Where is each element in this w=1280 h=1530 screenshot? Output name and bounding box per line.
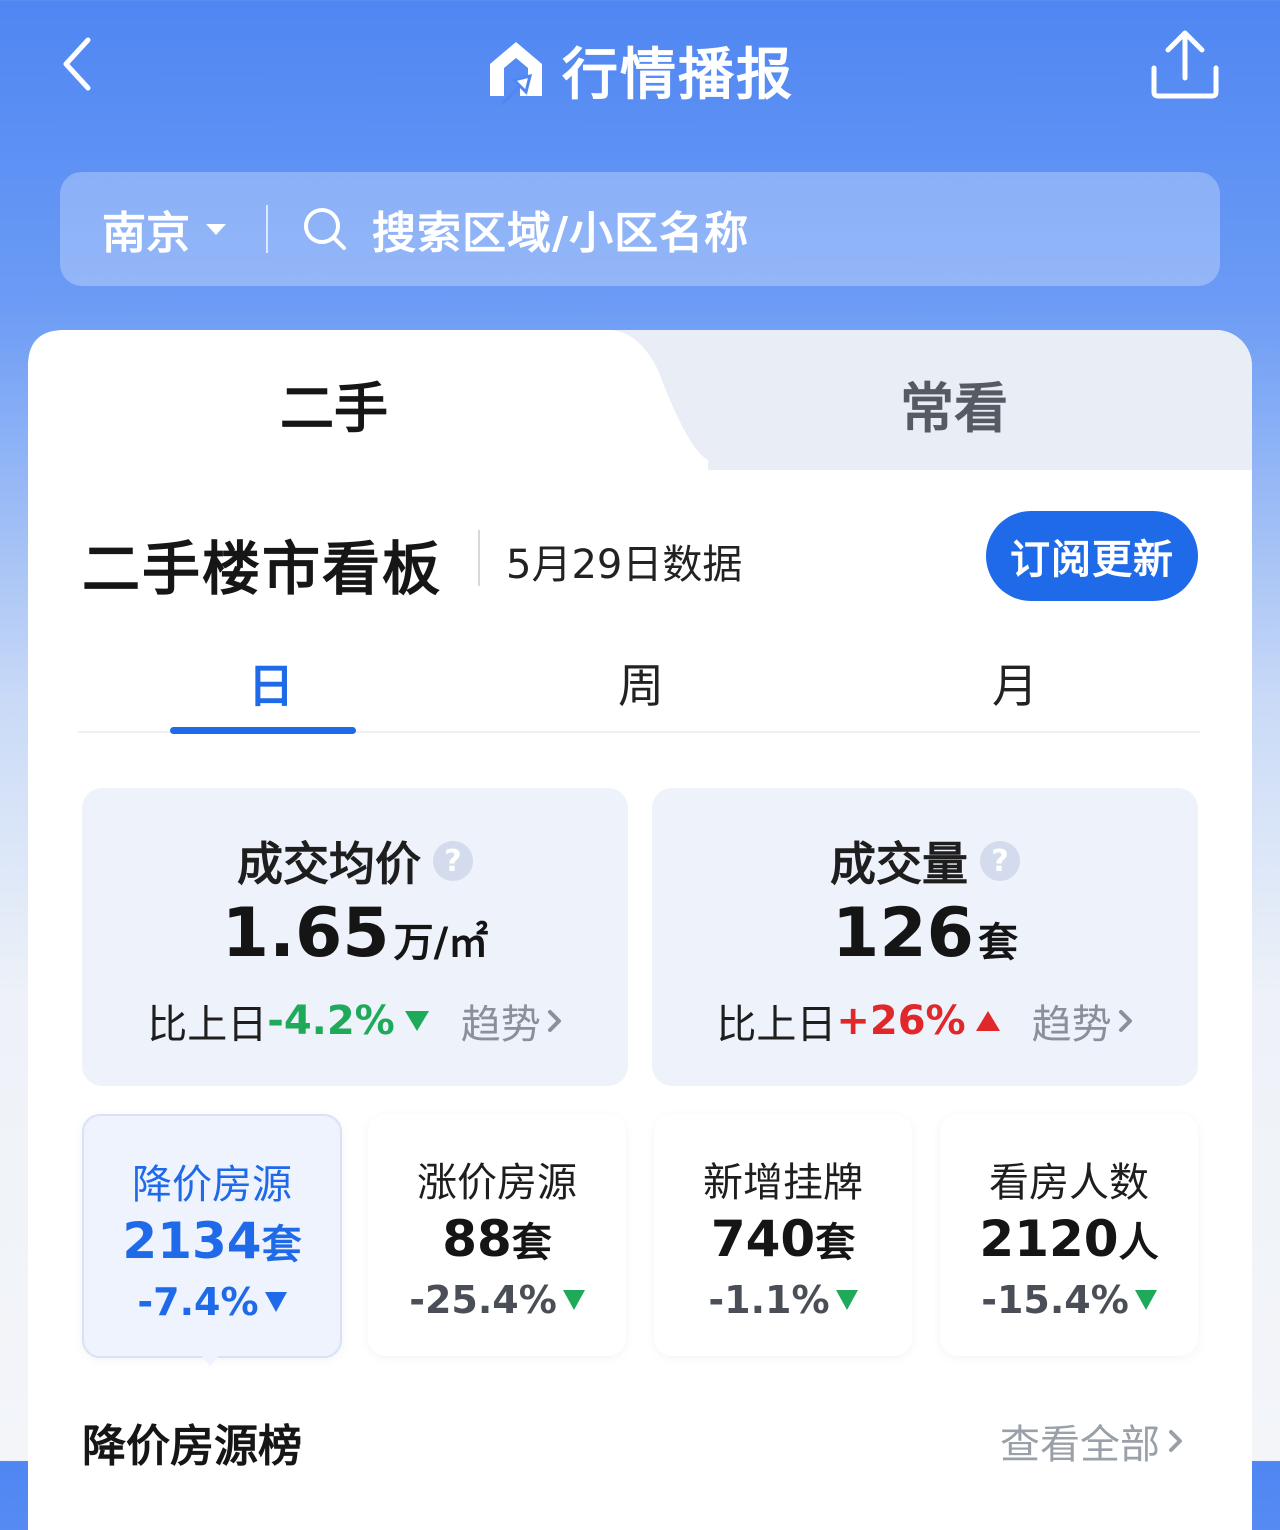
view-all-link[interactable]: 查看全部: [1000, 1412, 1184, 1470]
volume-unit: 套: [977, 920, 1018, 966]
compare-prefix: 比上日: [147, 1002, 268, 1048]
chevron-right-icon: [1169, 1430, 1182, 1452]
stat-unit: 人: [1118, 1220, 1159, 1266]
back-icon[interactable]: [58, 36, 98, 92]
stat-unit: 套: [511, 1220, 552, 1266]
search-divider: [266, 205, 268, 253]
arrow-down-icon: [562, 1290, 585, 1310]
period-active-indicator: [170, 727, 356, 734]
logo-icon: [490, 42, 542, 106]
tab-secondhand[interactable]: 二手: [280, 364, 388, 443]
stat-change: -15.4%: [981, 1278, 1129, 1322]
chevron-right-icon: [1118, 1010, 1132, 1032]
volume-trend-link[interactable]: 趋势: [1032, 992, 1134, 1050]
help-icon[interactable]: ?: [980, 841, 1020, 881]
avg-price-change: -4.2%: [267, 998, 395, 1044]
stat-card-new-listings[interactable]: 新增挂牌 740套 -1.1%: [654, 1114, 912, 1356]
stat-label: 新增挂牌: [703, 1160, 863, 1206]
stat-label: 降价房源: [132, 1162, 292, 1208]
avg-price-trend-link[interactable]: 趋势: [461, 992, 563, 1050]
city-selector[interactable]: 南京: [102, 197, 226, 261]
volume-card[interactable]: 成交量 ? 126 套 比上日 +26% 趋势: [652, 788, 1198, 1086]
chevron-right-icon: [547, 1010, 561, 1032]
avg-price-value: 1.65: [221, 894, 390, 973]
city-label: 南京: [102, 208, 190, 259]
volume-value: 126: [832, 894, 974, 973]
stat-change: -7.4%: [137, 1280, 259, 1324]
arrow-down-icon: [1134, 1290, 1157, 1310]
period-tab-day[interactable]: 日: [248, 650, 294, 716]
view-all-label: 查看全部: [1000, 1422, 1160, 1468]
stat-value: 2120: [979, 1210, 1119, 1268]
compare-prefix: 比上日: [716, 1002, 837, 1048]
caret-down-icon: [206, 223, 226, 235]
arrow-down-icon: [404, 1011, 429, 1031]
avg-price-card[interactable]: 成交均价 ? 1.65 万/㎡ 比上日 -4.2% 趋势: [82, 788, 628, 1086]
tab-frequent[interactable]: 常看: [900, 364, 1008, 443]
stat-value: 740: [710, 1210, 816, 1268]
stat-value: 88: [442, 1210, 512, 1268]
arrow-up-icon: [975, 1011, 1000, 1031]
volume-label: 成交量: [830, 837, 968, 891]
share-icon[interactable]: [1148, 28, 1222, 100]
stat-card-price-rise[interactable]: 涨价房源 88套 -25.4%: [368, 1114, 626, 1356]
stat-change: -1.1%: [708, 1278, 830, 1322]
price-drop-list-title: 降价房源榜: [82, 1421, 302, 1472]
title-divider: [478, 530, 480, 586]
stat-unit: 套: [261, 1222, 302, 1268]
board-date: 5月29日数据: [506, 542, 743, 588]
trend-label: 趋势: [1031, 1002, 1112, 1048]
stat-unit: 套: [815, 1220, 856, 1266]
board-title: 二手楼市看板: [82, 535, 443, 603]
trend-label: 趋势: [460, 1002, 541, 1048]
avg-price-unit: 万/㎡: [393, 920, 489, 966]
stat-change: -25.4%: [409, 1278, 557, 1322]
arrow-down-icon: [264, 1292, 287, 1312]
page-title: 行情播报: [562, 42, 794, 108]
stat-label: 看房人数: [989, 1160, 1149, 1206]
period-tab-week[interactable]: 周: [618, 650, 664, 716]
avg-price-label: 成交均价: [237, 837, 421, 891]
search-icon: [304, 208, 346, 250]
stat-card-viewers[interactable]: 看房人数 2120人 -15.4%: [940, 1114, 1198, 1356]
search-input[interactable]: 搜索区域/小区名称: [372, 197, 749, 261]
search-bar[interactable]: 南京 搜索区域/小区名称: [60, 172, 1220, 286]
selection-pointer: [198, 1352, 222, 1366]
stat-card-price-drop[interactable]: 降价房源 2134套 -7.4%: [82, 1114, 342, 1358]
arrow-down-icon: [835, 1290, 858, 1310]
header-title: 行情播报: [484, 30, 794, 110]
stat-label: 涨价房源: [417, 1160, 577, 1206]
stat-value: 2134: [122, 1212, 262, 1270]
volume-change: +26%: [836, 998, 966, 1044]
help-icon[interactable]: ?: [433, 841, 473, 881]
period-tab-month[interactable]: 月: [992, 650, 1038, 716]
subscribe-button[interactable]: 订阅更新: [986, 511, 1198, 601]
